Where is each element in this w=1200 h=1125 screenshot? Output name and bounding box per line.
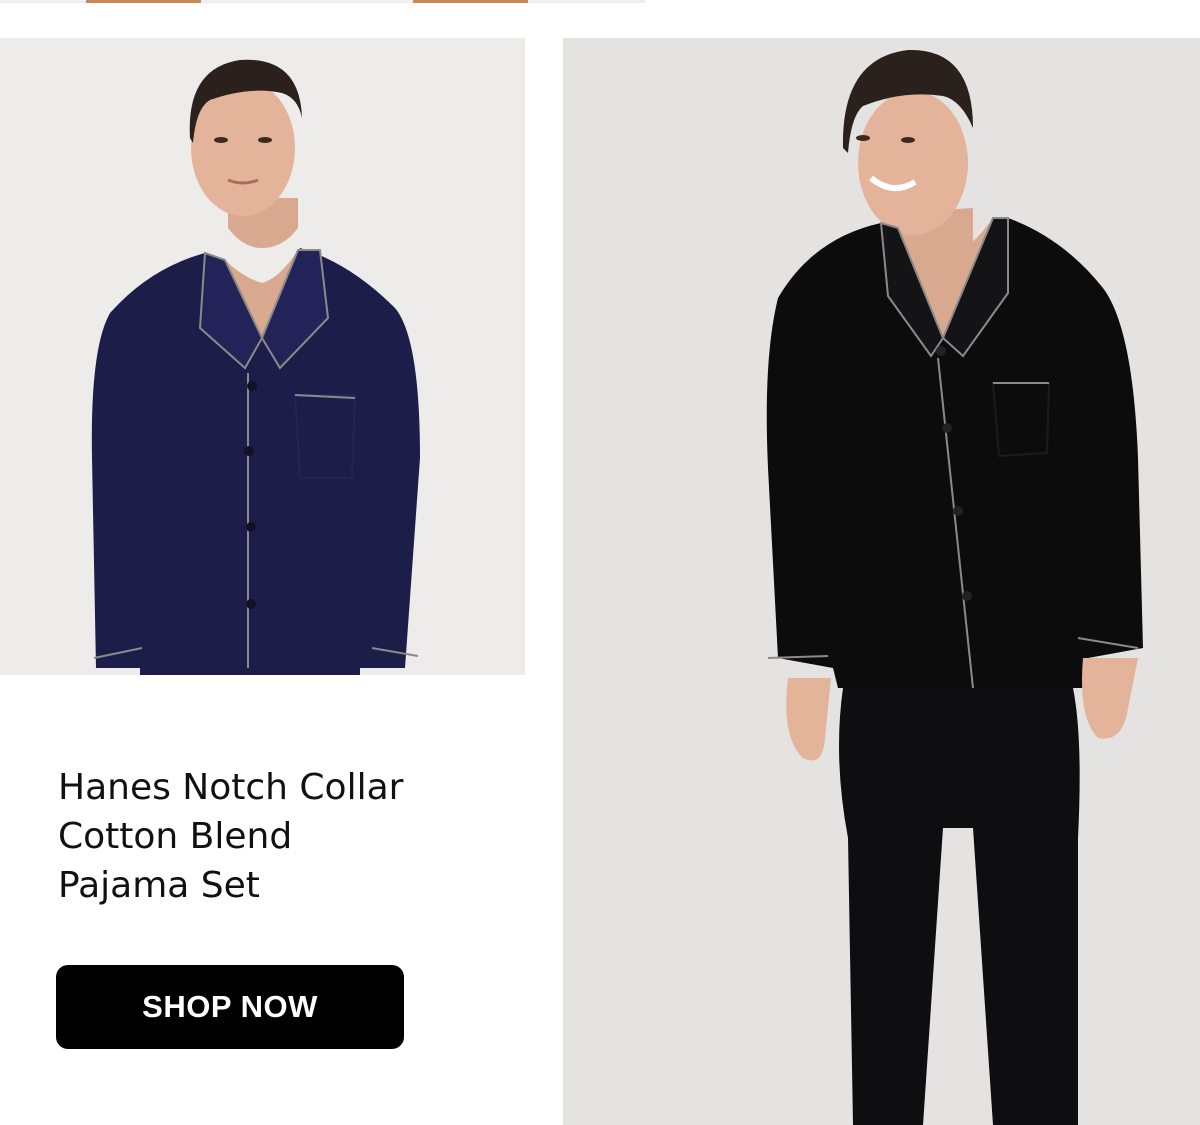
black-pajama-photo[interactable]	[563, 38, 1200, 1125]
navy-pajama-photo[interactable]	[0, 38, 525, 675]
product-title-line: Hanes Notch Collar	[58, 767, 404, 808]
top-accent-bar	[86, 0, 201, 3]
product-title-line: Pajama Set	[58, 865, 260, 906]
top-accent-bar	[413, 0, 528, 3]
shop-now-button[interactable]: SHOP NOW	[56, 965, 404, 1049]
product-title: Hanes Notch Collar Cotton Blend Pajama S…	[58, 763, 478, 910]
product-title-line: Cotton Blend	[58, 816, 293, 857]
navy-pajama-illustration	[91, 59, 420, 675]
black-pajama-illustration	[766, 49, 1143, 1125]
